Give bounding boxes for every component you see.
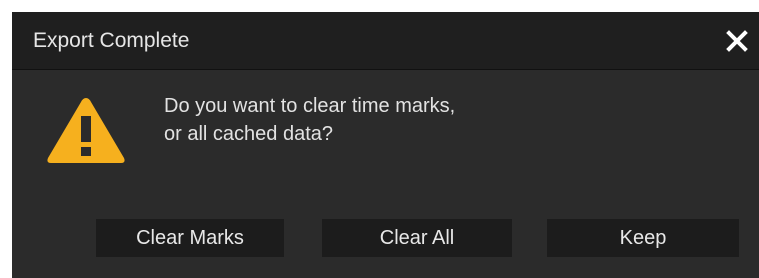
dialog-title: Export Complete: [33, 29, 190, 52]
close-icon[interactable]: [725, 29, 749, 53]
export-complete-dialog: Export Complete Do you want to clear tim…: [12, 12, 759, 278]
clear-marks-button[interactable]: Clear Marks: [96, 219, 284, 257]
warning-icon: [45, 94, 127, 166]
dialog-titlebar: Export Complete: [12, 12, 759, 70]
clear-all-button[interactable]: Clear All: [322, 219, 512, 257]
dialog-message: Do you want to clear time marks, or all …: [164, 95, 456, 145]
keep-button[interactable]: Keep: [547, 219, 739, 257]
